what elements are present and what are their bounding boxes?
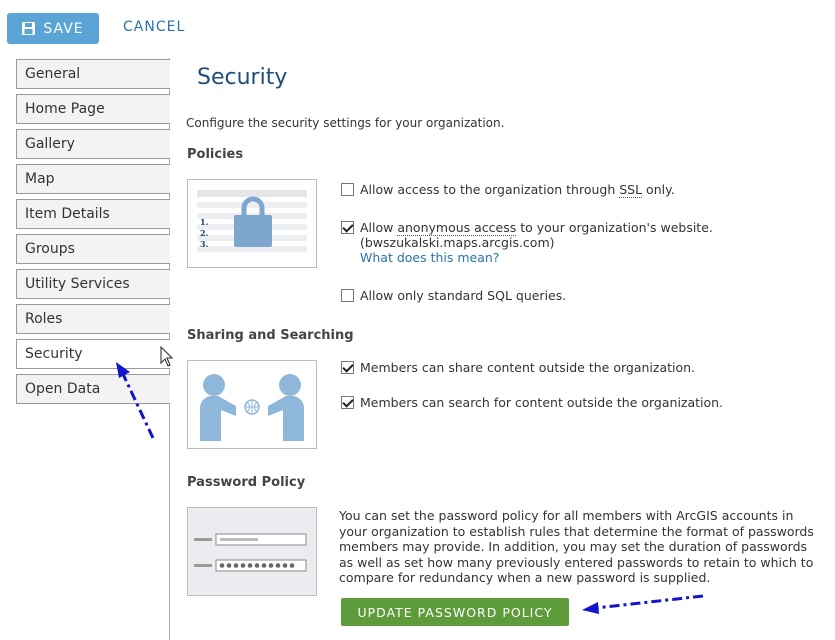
anonymous-access-label: Allow anonymous access to your organizat… [360,220,713,236]
ssl-abbr: SSL [619,182,643,198]
sidebar-item-home-page[interactable]: Home Page [16,94,170,124]
sidebar-item-roles[interactable]: Roles [16,304,170,334]
svg-text:1.: 1. [200,217,209,227]
mouse-cursor-icon [160,346,174,367]
sidebar-item-security[interactable]: Security [16,339,170,369]
option-ssl-only: Allow access to the organization through… [341,182,675,198]
sharing-illustration [187,360,317,449]
update-password-policy-button[interactable]: UPDATE PASSWORD POLICY [341,598,569,626]
lock-icon: 1. 2. 3. [188,180,316,267]
sidebar-item-utility-services[interactable]: Utility Services [16,269,170,299]
svg-text:3.: 3. [200,239,209,249]
page-title: Security [197,65,288,90]
sidebar-item-label: Gallery [25,136,75,152]
save-button[interactable]: SAVE [7,13,99,44]
anonymous-access-text: Allow anonymous access to your organizat… [360,220,713,265]
sidebar-item-label: Security [25,346,83,362]
share-outside-label: Members can share content outside the or… [360,360,696,375]
share-outside-checkbox[interactable] [341,361,354,374]
anonymous-access-term: anonymous access [397,220,517,236]
sidebar-item-groups[interactable]: Groups [16,234,170,264]
password-policy-description: You can set the password policy for all … [339,508,814,585]
intro-text: Configure the security settings for your… [186,116,505,130]
sidebar-item-label: Roles [25,311,63,327]
org-hostname: (bwszukalski.maps.arcgis.com) [360,235,555,250]
save-button-label: SAVE [43,20,84,37]
people-sharing-icon [200,374,304,441]
password-illustration [187,507,317,596]
sidebar-item-general[interactable]: General [16,59,170,89]
search-outside-checkbox[interactable] [341,396,354,409]
sidebar-item-label: General [25,66,81,82]
sidebar-item-label: Open Data [25,381,101,397]
option-anonymous-access: Allow anonymous access to your organizat… [341,220,713,265]
sidebar-item-item-details[interactable]: Item Details [16,199,170,229]
search-outside-label: Members can search for content outside t… [360,395,724,410]
toolbar: SAVE CANCEL [0,0,835,50]
sharing-heading: Sharing and Searching [187,328,354,343]
policies-heading: Policies [187,147,244,162]
sidebar-item-label: Item Details [25,206,110,222]
standard-sql-label: Allow only standard SQL queries. [360,288,567,303]
settings-sidebar: General Home Page Gallery Map Item Detai… [16,59,170,409]
annotation-arrow [582,594,704,614]
password-form-icon [188,508,316,595]
sidebar-item-open-data[interactable]: Open Data [16,374,170,404]
sidebar-item-gallery[interactable]: Gallery [16,129,170,159]
anonymous-access-checkbox[interactable] [341,221,354,234]
sidebar-item-label: Map [25,171,55,187]
sidebar-item-map[interactable]: Map [16,164,170,194]
ssl-only-label: Allow access to the organization through… [360,182,675,198]
what-does-this-mean-link[interactable]: What does this mean? [360,250,713,265]
password-heading: Password Policy [187,475,306,490]
sidebar-item-label: Home Page [25,101,105,117]
option-share-outside: Members can share content outside the or… [341,360,695,375]
option-standard-sql: Allow only standard SQL queries. [341,288,566,303]
policies-illustration: 1. 2. 3. [187,179,317,268]
svg-text:2.: 2. [200,228,209,238]
ssl-only-checkbox[interactable] [341,183,354,196]
sidebar-item-label: Groups [25,241,75,257]
option-search-outside: Members can search for content outside t… [341,395,723,410]
floppy-icon [22,22,36,35]
cancel-button[interactable]: CANCEL [123,19,185,35]
standard-sql-checkbox[interactable] [341,289,354,302]
sidebar-item-label: Utility Services [25,276,130,292]
